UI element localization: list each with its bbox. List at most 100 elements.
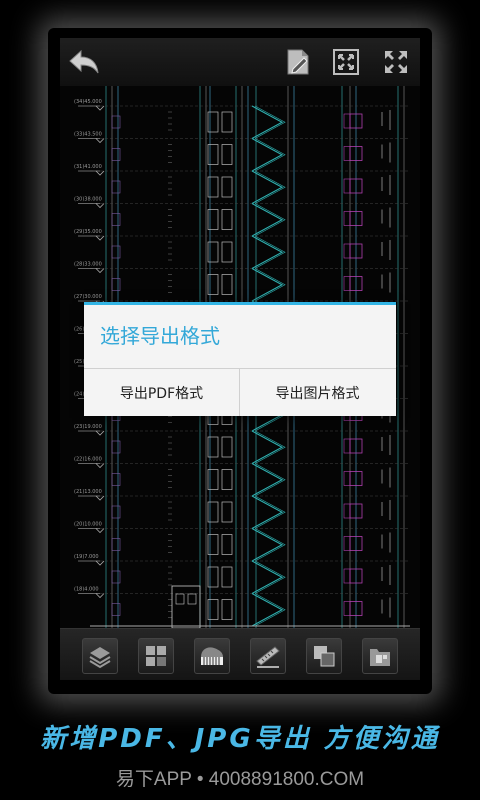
cad-level-triangle: [95, 170, 105, 176]
cad-window: [221, 176, 233, 198]
cad-window: [207, 534, 219, 555]
cad-level-label: (34)45.000: [74, 99, 102, 105]
cad-stair-flight-inner: [254, 138, 286, 172]
measure-icon[interactable]: [250, 638, 286, 674]
cad-window: [221, 111, 233, 133]
cad-window: [221, 274, 233, 295]
cad-level-label: (27)30.000: [74, 294, 102, 300]
cad-left-window: [111, 440, 121, 454]
cad-stair-flight-inner: [254, 560, 286, 594]
bottom-toolbar: [60, 628, 420, 680]
cad-stair-flight: [251, 430, 284, 464]
export-format-dialog: 选择导出格式 导出PDF格式 导出图片格式: [84, 302, 396, 416]
cad-left-window: [111, 570, 121, 584]
cad-stair-flight: [251, 268, 284, 302]
piano-icon[interactable]: [194, 638, 230, 674]
cad-level-triangle: [95, 495, 105, 501]
cad-magenta-frame: [343, 568, 351, 584]
layers-icon[interactable]: [82, 638, 118, 674]
layout-icon[interactable]: [138, 638, 174, 674]
folder-icon[interactable]: [362, 638, 398, 674]
cad-window: [221, 599, 233, 620]
cad-left-window: [111, 278, 121, 291]
cad-window: [207, 176, 219, 198]
cad-stair-flight: [251, 235, 284, 269]
cad-level-triangle: [95, 203, 105, 209]
cad-window: [221, 534, 233, 555]
cad-stair-flight: [251, 528, 284, 562]
cad-magenta-frame: [343, 113, 351, 129]
cad-stair-flight: [251, 593, 284, 627]
cad-level-label: (24): [74, 392, 84, 398]
cad-stair-flight-inner: [254, 203, 286, 237]
cad-level-label: (31)41.000: [74, 164, 102, 170]
cad-window: [207, 111, 219, 133]
cad-stair-flight-inner: [254, 170, 286, 204]
top-toolbar: [60, 38, 420, 87]
cad-magenta-frame: [343, 503, 351, 519]
dialog-title: 选择导出格式: [100, 324, 220, 348]
cad-magenta-frame: [343, 276, 351, 291]
cad-stair-flight-inner: [254, 528, 286, 562]
cad-stair-flight-inner: [254, 105, 286, 139]
cad-level-triangle: [95, 430, 105, 436]
cad-left-window: [111, 148, 121, 161]
cad-stair-flight: [251, 560, 284, 594]
cad-window: [221, 501, 233, 523]
cad-stair-flight: [251, 105, 284, 139]
cad-level-triangle: [95, 528, 105, 534]
promo-page: (34)45.000 (33)43.500 (31)41.000 (30)38.000…: [0, 0, 480, 800]
cad-window: [221, 566, 233, 588]
cad-magenta-frame: [343, 438, 351, 454]
cad-level-triangle: [95, 138, 105, 144]
cad-stair-flight-inner: [254, 430, 286, 464]
back-arrow-icon[interactable]: [68, 46, 100, 78]
cad-window: [207, 209, 219, 230]
cad-left-window: [111, 180, 121, 194]
cad-level-label: (29)35.000: [74, 229, 102, 235]
cad-stair-flight: [251, 495, 284, 529]
cad-stair-flight-inner: [254, 593, 286, 627]
cad-window: [207, 144, 219, 165]
fit-screen-icon[interactable]: [330, 46, 362, 78]
cad-stair-flight-inner: [254, 235, 286, 269]
cad-level-triangle: [95, 268, 105, 274]
cad-left-window: [111, 603, 121, 616]
cad-window: [207, 241, 219, 263]
cad-level-triangle: [95, 593, 105, 599]
export-pdf-button[interactable]: 导出PDF格式: [84, 369, 239, 416]
cad-level-triangle: [95, 105, 105, 111]
cad-window: [221, 436, 233, 458]
dialog-accent-line: [84, 302, 396, 305]
copy-icon[interactable]: [306, 638, 342, 674]
cad-window: [221, 209, 233, 230]
cad-level-label: (19)7.000: [74, 554, 99, 560]
cad-level-triangle: [95, 235, 105, 241]
cad-base-window: [187, 593, 197, 605]
cad-window: [207, 501, 219, 523]
cad-window: [221, 469, 233, 490]
cad-left-window: [111, 505, 121, 519]
cad-magenta-frame: [343, 178, 351, 194]
cad-level-triangle: [95, 463, 105, 469]
cad-magenta-frame: [343, 146, 351, 161]
cad-left-window: [111, 115, 121, 129]
footer-text: 易下APP • 4008891800.COM: [115, 769, 365, 790]
cad-left-window: [111, 245, 121, 259]
fullscreen-icon[interactable]: [380, 46, 412, 78]
cad-window: [221, 241, 233, 263]
edit-document-icon[interactable]: [282, 46, 314, 78]
cad-window: [207, 469, 219, 490]
cad-left-window: [111, 538, 121, 551]
cad-level-triangle: [95, 560, 105, 566]
export-image-button[interactable]: 导出图片格式: [240, 369, 395, 416]
cad-magenta-frame: [343, 211, 351, 226]
cad-stair-flight: [251, 203, 284, 237]
cad-stair-flight-inner: [254, 268, 286, 302]
cad-window: [207, 436, 219, 458]
cad-level-label: (21)13.000: [74, 489, 102, 495]
cad-window: [207, 566, 219, 588]
cad-magenta-frame: [343, 243, 351, 259]
cad-level-label: (25): [74, 359, 84, 365]
cad-level-label: (30)38.000: [74, 197, 102, 203]
